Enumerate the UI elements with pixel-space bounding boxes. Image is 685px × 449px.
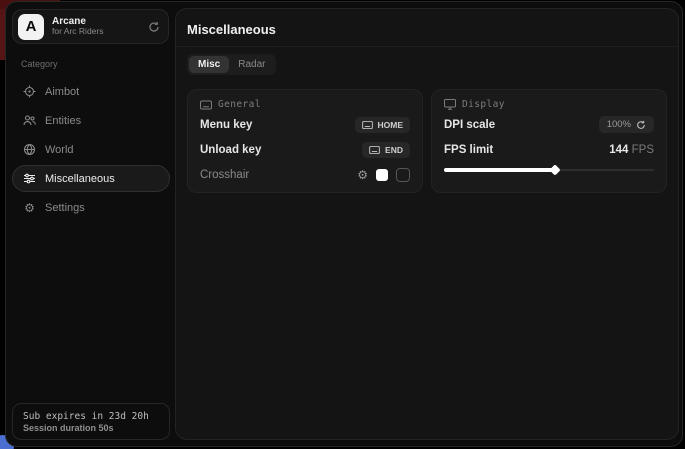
sidebar-item-label: World <box>45 144 74 156</box>
sidebar: A Arcane for Arc Riders Category <box>6 2 176 446</box>
unload-key-value: END <box>385 145 403 155</box>
crosshair-row: Crosshair ⚙ <box>200 164 410 185</box>
dpi-scale-row: DPI scale 100% <box>444 114 654 135</box>
fps-limit-slider[interactable] <box>444 165 654 175</box>
monitor-icon <box>444 99 456 110</box>
globe-icon <box>23 143 36 156</box>
fps-limit-label: FPS limit <box>444 144 493 156</box>
subscription-card: Sub expires in 23d 20h Session duration … <box>12 403 170 440</box>
panels-row: General Menu key HOME <box>187 89 667 193</box>
main-panel: Miscellaneous Misc Radar General <box>175 8 679 440</box>
menu-key-label: Menu key <box>200 119 252 131</box>
tab-misc[interactable]: Misc <box>189 56 229 73</box>
fps-limit-value: 144 FPS <box>609 144 654 156</box>
crosshair-icon <box>23 85 36 98</box>
menu-key-row: Menu key HOME <box>200 114 410 135</box>
app-logo: A <box>18 14 44 40</box>
crosshair-checkbox[interactable] <box>396 168 410 182</box>
cycle-icon <box>636 120 646 130</box>
display-panel-header: Display <box>444 99 654 110</box>
sidebar-item-world[interactable]: World <box>12 136 170 163</box>
crosshair-color-swatch[interactable] <box>376 169 388 181</box>
keyboard-icon <box>200 100 212 110</box>
general-panel-header: General <box>200 99 410 110</box>
display-panel-title: Display <box>462 99 505 110</box>
sidebar-item-label: Aimbot <box>45 86 79 98</box>
entities-icon <box>23 114 36 127</box>
tune-icon <box>23 172 36 185</box>
crosshair-label: Crosshair <box>200 169 249 181</box>
category-label: Category <box>21 59 170 69</box>
general-panel: General Menu key HOME <box>187 89 423 193</box>
app-header-card: A Arcane for Arc Riders <box>12 9 169 44</box>
fps-number: 144 <box>609 144 628 156</box>
sidebar-item-miscellaneous[interactable]: Miscellaneous <box>12 165 170 192</box>
unload-key-label: Unload key <box>200 144 261 156</box>
app-window: A Arcane for Arc Riders Category <box>5 1 683 447</box>
sidebar-item-settings[interactable]: ⚙ Settings <box>12 194 170 221</box>
dpi-scale-label: DPI scale <box>444 119 495 131</box>
slider-fill <box>444 168 555 172</box>
dpi-scale-button[interactable]: 100% <box>599 116 654 133</box>
gear-icon: ⚙ <box>23 202 36 214</box>
keyboard-icon <box>362 121 373 129</box>
keyboard-icon <box>369 146 380 154</box>
session-duration-text: Session duration 50s <box>23 423 159 433</box>
sidebar-nav: Aimbot Entities <box>12 78 170 221</box>
unload-key-bind-button[interactable]: END <box>362 142 410 158</box>
app-meta: Arcane for Arc Riders <box>52 16 140 37</box>
menu-key-bind-button[interactable]: HOME <box>355 117 411 133</box>
sidebar-item-label: Settings <box>45 202 85 214</box>
refresh-icon[interactable] <box>148 21 160 33</box>
sidebar-item-label: Miscellaneous <box>45 173 115 185</box>
dpi-scale-value: 100% <box>607 119 631 130</box>
tab-radar[interactable]: Radar <box>229 56 274 73</box>
app-subtitle: for Arc Riders <box>52 27 140 37</box>
unload-key-row: Unload key END <box>200 139 410 160</box>
sub-expiry-text: Sub expires in 23d 20h <box>23 411 159 422</box>
desktop: A Arcane for Arc Riders Category <box>0 0 685 449</box>
crosshair-settings-gear-icon[interactable]: ⚙ <box>357 169 368 181</box>
crosshair-controls: ⚙ <box>357 168 410 182</box>
tab-bar: Misc Radar <box>187 54 276 75</box>
header-divider <box>176 46 678 47</box>
page-title: Miscellaneous <box>187 22 667 37</box>
fps-limit-row: FPS limit 144 FPS <box>444 139 654 160</box>
slider-thumb[interactable] <box>550 164 561 175</box>
sidebar-item-aimbot[interactable]: Aimbot <box>12 78 170 105</box>
menu-key-value: HOME <box>378 120 404 130</box>
general-panel-title: General <box>218 99 261 110</box>
sidebar-item-entities[interactable]: Entities <box>12 107 170 134</box>
fps-unit: FPS <box>632 144 654 156</box>
sidebar-item-label: Entities <box>45 115 81 127</box>
display-panel: Display DPI scale 100% <box>431 89 667 193</box>
